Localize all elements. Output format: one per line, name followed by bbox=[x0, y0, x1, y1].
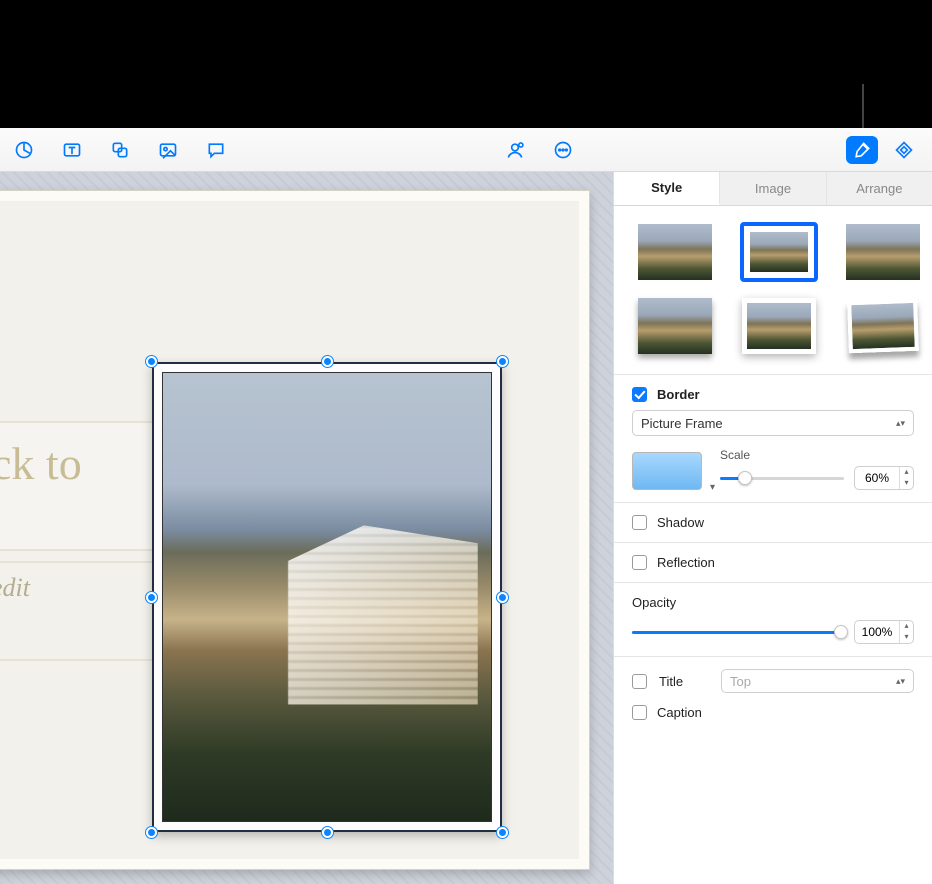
style-preset[interactable] bbox=[638, 298, 712, 354]
stepper-down[interactable]: ▾ bbox=[900, 632, 913, 643]
title-caption-section: Title Top ▴▾ Caption bbox=[614, 656, 932, 732]
toolbar bbox=[0, 128, 932, 172]
resize-handle[interactable] bbox=[497, 592, 508, 603]
resize-handle[interactable] bbox=[146, 356, 157, 367]
resize-handle[interactable] bbox=[146, 592, 157, 603]
animate-icon[interactable] bbox=[888, 136, 920, 164]
stepper-up[interactable]: ▴ bbox=[900, 621, 913, 632]
title-text: ck to bbox=[0, 437, 167, 490]
selected-image[interactable] bbox=[152, 362, 502, 832]
shadow-checkbox[interactable] bbox=[632, 515, 647, 530]
picture-frame bbox=[152, 362, 502, 832]
tab-image[interactable]: Image bbox=[720, 172, 826, 205]
opacity-section: Opacity ▴▾ bbox=[614, 582, 932, 656]
style-preset[interactable] bbox=[846, 298, 920, 354]
resize-handle[interactable] bbox=[322, 827, 333, 838]
resize-handle[interactable] bbox=[146, 827, 157, 838]
shape-icon[interactable] bbox=[104, 136, 136, 164]
reflection-label: Reflection bbox=[657, 555, 715, 570]
scale-input[interactable] bbox=[855, 471, 899, 485]
opacity-label: Opacity bbox=[632, 595, 914, 610]
stepper-down[interactable]: ▾ bbox=[900, 478, 913, 489]
caption-label: Caption bbox=[657, 705, 702, 720]
opacity-input[interactable] bbox=[855, 625, 899, 639]
tab-arrange[interactable]: Arrange bbox=[827, 172, 932, 205]
scale-slider[interactable] bbox=[720, 470, 844, 486]
app-window: ck to edit Sty bbox=[0, 128, 932, 884]
tab-style[interactable]: Style bbox=[614, 172, 720, 205]
more-icon[interactable] bbox=[547, 136, 579, 164]
stepper-up[interactable]: ▴ bbox=[900, 467, 913, 478]
format-inspector: Style Image Arrange Border bbox=[614, 172, 932, 884]
border-type-value: Picture Frame bbox=[641, 416, 723, 431]
chevrons-icon: ▴▾ bbox=[896, 678, 905, 684]
scale-stepper[interactable]: ▴▾ bbox=[854, 466, 914, 490]
title-position-value: Top bbox=[730, 674, 751, 689]
border-type-select[interactable]: Picture Frame ▴▾ bbox=[632, 410, 914, 436]
title-position-select[interactable]: Top ▴▾ bbox=[721, 669, 914, 693]
border-section: Border Picture Frame ▴▾ Scale bbox=[614, 374, 932, 502]
pie-chart-icon[interactable] bbox=[8, 136, 40, 164]
chevrons-icon: ▴▾ bbox=[896, 420, 905, 426]
shadow-label: Shadow bbox=[657, 515, 704, 530]
border-checkbox[interactable] bbox=[632, 387, 647, 402]
resize-handle[interactable] bbox=[322, 356, 333, 367]
caption-checkbox[interactable] bbox=[632, 705, 647, 720]
title-checkbox[interactable] bbox=[632, 674, 647, 689]
subtitle-text: edit bbox=[0, 573, 167, 603]
style-presets bbox=[614, 206, 932, 374]
opacity-stepper[interactable]: ▴▾ bbox=[854, 620, 914, 644]
style-preset[interactable] bbox=[742, 224, 816, 280]
canvas[interactable]: ck to edit bbox=[0, 172, 614, 884]
resize-handle[interactable] bbox=[497, 827, 508, 838]
text-box-icon[interactable] bbox=[56, 136, 88, 164]
format-icon[interactable] bbox=[846, 136, 878, 164]
border-label: Border bbox=[657, 387, 700, 402]
collaborate-icon[interactable] bbox=[499, 136, 531, 164]
scale-label: Scale bbox=[720, 448, 914, 462]
shadow-section: Shadow bbox=[614, 502, 932, 542]
image-content bbox=[162, 372, 492, 822]
comment-icon[interactable] bbox=[200, 136, 232, 164]
style-preset[interactable] bbox=[846, 224, 920, 280]
frame-color-well[interactable] bbox=[632, 452, 702, 490]
reflection-section: Reflection bbox=[614, 542, 932, 582]
resize-handle[interactable] bbox=[497, 356, 508, 367]
media-icon[interactable] bbox=[152, 136, 184, 164]
inspector-tabs: Style Image Arrange bbox=[614, 172, 932, 206]
callout-line bbox=[862, 84, 864, 128]
style-preset[interactable] bbox=[638, 224, 712, 280]
reflection-checkbox[interactable] bbox=[632, 555, 647, 570]
title-label: Title bbox=[659, 674, 709, 689]
opacity-slider[interactable] bbox=[632, 624, 844, 640]
style-preset[interactable] bbox=[742, 298, 816, 354]
